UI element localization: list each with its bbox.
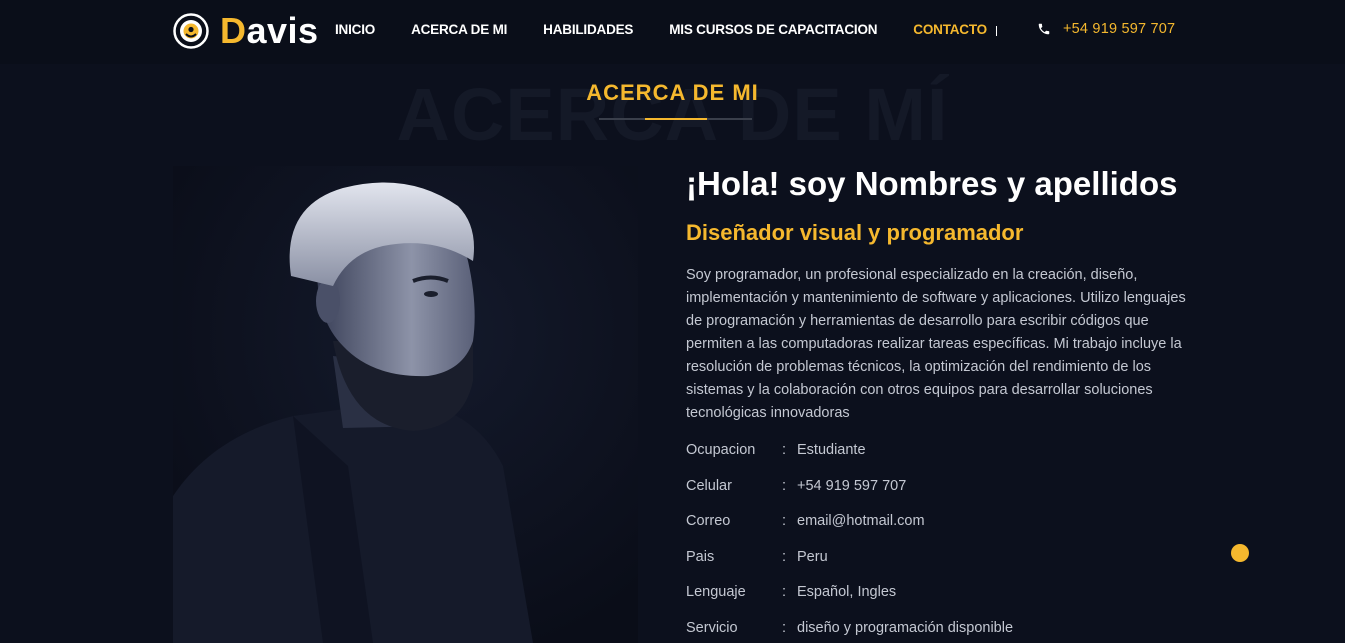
nav-item-habilidades[interactable]: HABILIDADES [543, 22, 633, 37]
main-nav: INICIO ACERCA DE MI HABILIDADES MIS CURS… [335, 22, 1023, 37]
page: Davis INICIO ACERCA DE MI HABILIDADES MI… [0, 0, 1345, 643]
info-label: Lenguaje [686, 584, 746, 601]
nav-item-cursos[interactable]: MIS CURSOS DE CAPACITACION [669, 22, 877, 37]
title-underline-accent [645, 118, 707, 120]
brand-logo[interactable]: Davis [172, 12, 319, 50]
info-value: Español, Ingles [797, 584, 897, 601]
info-label: Pais [686, 548, 715, 565]
info-value: +54 919 597 707 [797, 477, 907, 494]
info-label: Ocupacion [686, 442, 756, 458]
nav-divider [996, 26, 997, 36]
brand-name: Davis [220, 12, 319, 50]
nav-item-contacto[interactable]: CONTACTO [913, 22, 987, 37]
section-title: ACERCA DE MI [586, 80, 759, 105]
info-separator: : [782, 584, 787, 601]
brand-initial: D [220, 10, 247, 51]
sun-shield-logo-icon [173, 13, 209, 49]
info-value: Estudiante [797, 442, 866, 458]
profile-photo [173, 166, 638, 643]
greeting-heading: ¡Hola! soy Nombres y apellidos [686, 165, 1178, 202]
info-separator: : [782, 619, 787, 636]
profile-photo-illustration [173, 166, 638, 643]
role-subtitle: Diseñador visual y programador [686, 220, 1024, 245]
info-separator: : [782, 548, 787, 565]
brand-rest: avis [246, 10, 319, 51]
info-label: Correo [686, 513, 731, 530]
phone-number: +54 919 597 707 [1063, 21, 1176, 37]
info-value: Peru [797, 548, 828, 565]
phone-icon [1038, 23, 1050, 35]
scroll-indicator-dot[interactable] [1231, 544, 1249, 562]
nav-item-acerca-de-mi[interactable]: ACERCA DE MI [411, 22, 507, 37]
info-value: diseño y programación disponible [797, 619, 1014, 636]
bio-paragraph: Soy programador, un profesional especial… [686, 267, 1186, 421]
nav-item-inicio[interactable]: INICIO [335, 22, 375, 37]
info-separator: : [782, 513, 787, 530]
header-phone[interactable]: +54 919 597 707 [1037, 21, 1175, 37]
info-separator: : [782, 442, 787, 458]
info-label: Servicio [686, 619, 738, 636]
info-separator: : [782, 477, 787, 494]
info-label: Celular [686, 477, 732, 494]
top-navbar: Davis INICIO ACERCA DE MI HABILIDADES MI… [0, 0, 1345, 64]
info-value: email@hotmail.com [797, 513, 925, 530]
